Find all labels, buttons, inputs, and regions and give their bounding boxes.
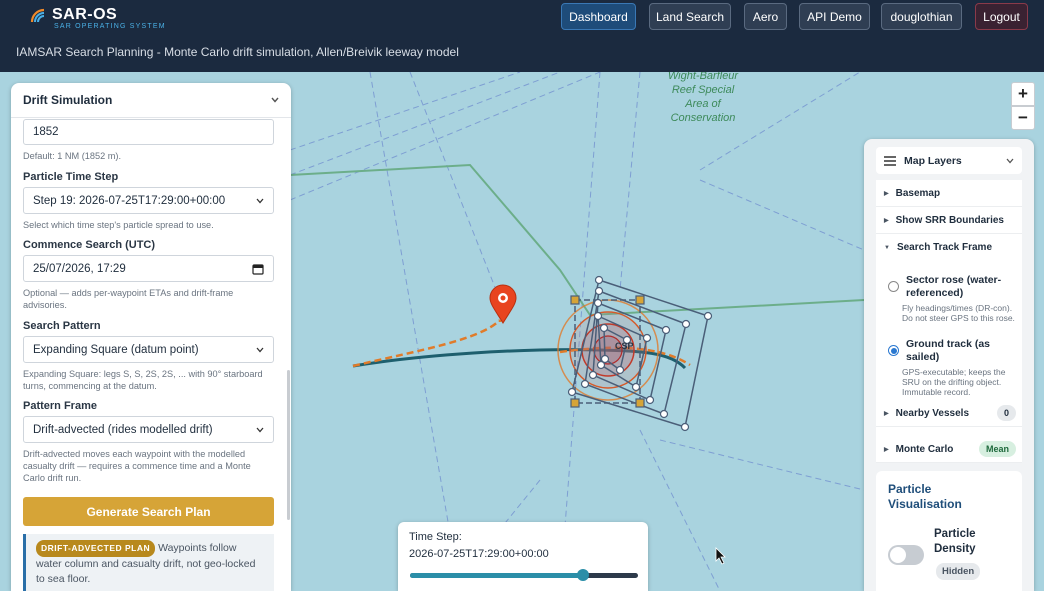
layer-nearby-vessels[interactable]: ▶ Nearby Vessels 0 <box>876 400 1022 427</box>
page-subtitle: IAMSAR Search Planning - Monte Carlo dri… <box>16 45 459 59</box>
triangle-right-icon: ▶ <box>884 190 889 197</box>
svg-text:Area of: Area of <box>684 98 721 110</box>
map-layers-panel: Map Layers ▶ Basemap ▶ Show SRR Boundaries… <box>864 139 1034 591</box>
sector-rose-radio[interactable] <box>888 281 899 292</box>
brand-logo[interactable]: SAR-OS <box>30 6 117 24</box>
zoom-out-button[interactable]: − <box>1011 106 1035 130</box>
panel-scrollbar[interactable] <box>287 370 290 520</box>
chevron-down-icon <box>256 347 264 352</box>
nav-dashboard-button[interactable]: Dashboard <box>561 3 636 30</box>
commence-datetime-input[interactable]: 25/07/2026, 17:29 <box>23 255 274 282</box>
pattern-label: Search Pattern <box>23 320 101 332</box>
svg-text:Wight-Barfleur: Wight-Barfleur <box>668 72 740 82</box>
time-step-slider-thumb[interactable] <box>577 569 590 581</box>
time-step-value: 2026-07-25T17:29:00+00:00 <box>409 548 549 560</box>
triangle-right-icon: ▶ <box>884 446 889 453</box>
ground-track-label: Ground track (as sailed) <box>906 338 991 363</box>
particle-density-toggle[interactable] <box>888 545 924 565</box>
nav-aero-button[interactable]: Aero <box>744 3 787 30</box>
drift-panel-title: Drift Simulation <box>23 93 113 107</box>
drift-panel-header[interactable]: Drift Simulation <box>11 83 291 118</box>
map-layers-title: Map Layers <box>904 154 962 167</box>
map-layers-header[interactable]: Map Layers <box>876 147 1022 174</box>
nav-land-search-button[interactable]: Land Search <box>649 3 731 30</box>
ground-track-radio[interactable] <box>888 345 899 356</box>
time-step-title: Time Step: <box>409 531 462 543</box>
mouse-cursor-icon <box>715 547 726 565</box>
monte-carlo-row-wrap: ▶ Monte Carlo Mean <box>876 436 1022 463</box>
time-step-label: Particle Time Step <box>23 171 119 183</box>
top-bar: SAR-OS SAR OPERATING SYSTEM IAMSAR Searc… <box>0 0 1044 72</box>
chevron-down-icon <box>256 198 264 203</box>
time-step-help: Select which time step's particle spread… <box>23 220 214 230</box>
particle-visualisation-card: Particle Visualisation Particle Density … <box>876 471 1022 591</box>
triangle-right-icon: ▶ <box>884 217 889 224</box>
svg-text:Reef Special: Reef Special <box>672 84 735 96</box>
time-step-slider[interactable] <box>410 569 638 581</box>
commence-help: Optional — adds per-waypoint ETAs and dr… <box>23 288 234 310</box>
conservation-area-label: Wight-Barfleur Reef Special Area of Cons… <box>668 72 740 124</box>
chevron-down-icon[interactable] <box>271 97 279 103</box>
commence-label: Commence Search (UTC) <box>23 239 156 251</box>
ground-track-help: GPS-executable; keeps the SRU on the dri… <box>902 367 1006 397</box>
plan-info-box: DRIFT-ADVECTED PLAN Waypoints follow wat… <box>23 534 274 591</box>
triangle-down-icon: ▼ <box>884 244 890 251</box>
svg-text:Conservation: Conservation <box>671 112 736 124</box>
logout-button[interactable]: Logout <box>975 3 1028 30</box>
brand-subtitle: SAR OPERATING SYSTEM <box>54 23 166 30</box>
search-pattern-select[interactable]: Expanding Square (datum point) <box>23 336 274 363</box>
brand-title: SAR-OS <box>52 6 118 23</box>
nearby-vessels-row-wrap: ▶ Nearby Vessels 0 <box>876 400 1022 427</box>
layer-search-track-frame[interactable]: ▼ Search Track Frame <box>876 234 1022 261</box>
generate-search-plan-button[interactable]: Generate Search Plan <box>23 497 274 526</box>
sector-rose-help: Fly headings/times (DR-con). Do not stee… <box>902 303 1015 323</box>
chevron-down-icon <box>256 427 264 432</box>
distance-help: Default: 1 NM (1852 m). <box>23 151 122 161</box>
signal-icon <box>30 8 45 23</box>
nav-api-demo-button[interactable]: API Demo <box>799 3 870 30</box>
pattern-help: Expanding Square: legs S, S, 2S, 2S, ...… <box>23 369 263 391</box>
chevron-down-icon[interactable] <box>1006 158 1014 164</box>
time-step-panel: Time Step: 2026-07-25T17:29:00+00:00 <box>398 522 648 591</box>
user-menu-button[interactable]: douglothian <box>881 3 962 30</box>
search-distance-input[interactable]: 1852 <box>23 119 274 145</box>
datum-label: CSP <box>615 341 634 351</box>
monte-carlo-mean-badge: Mean <box>978 441 1016 457</box>
calendar-icon <box>252 263 264 275</box>
particle-density-label: Particle Density <box>934 528 976 555</box>
zoom-in-button[interactable]: + <box>1011 82 1035 106</box>
frame-help: Drift-advected moves each waypoint with … <box>23 449 251 483</box>
drift-simulation-panel: Drift Simulation 1852 Default: 1 NM (185… <box>11 83 291 591</box>
vessel-count-badge: 0 <box>996 405 1016 421</box>
particle-vis-title: Particle Visualisation <box>888 482 962 511</box>
layer-monte-carlo[interactable]: ▶ Monte Carlo Mean <box>876 436 1022 463</box>
layer-srr-boundaries[interactable]: ▶ Show SRR Boundaries <box>876 207 1022 234</box>
green-boundary-line <box>289 163 865 317</box>
menu-icon <box>884 155 896 166</box>
drift-advected-badge: DRIFT-ADVECTED PLAN <box>36 540 156 557</box>
last-known-position-marker <box>489 284 517 324</box>
time-step-select[interactable]: Step 19: 2026-07-25T17:29:00+00:00 <box>23 187 274 214</box>
particle-density-state: Hidden <box>936 563 981 580</box>
layer-basemap[interactable]: ▶ Basemap <box>876 180 1022 207</box>
pattern-frame-select[interactable]: Drift-advected (rides modelled drift) <box>23 416 274 443</box>
sector-rose-label: Sector rose (water-referenced) <box>906 274 1002 299</box>
triangle-right-icon: ▶ <box>884 410 889 417</box>
frame-label: Pattern Frame <box>23 400 97 412</box>
time-step-slider-fill <box>410 573 584 578</box>
